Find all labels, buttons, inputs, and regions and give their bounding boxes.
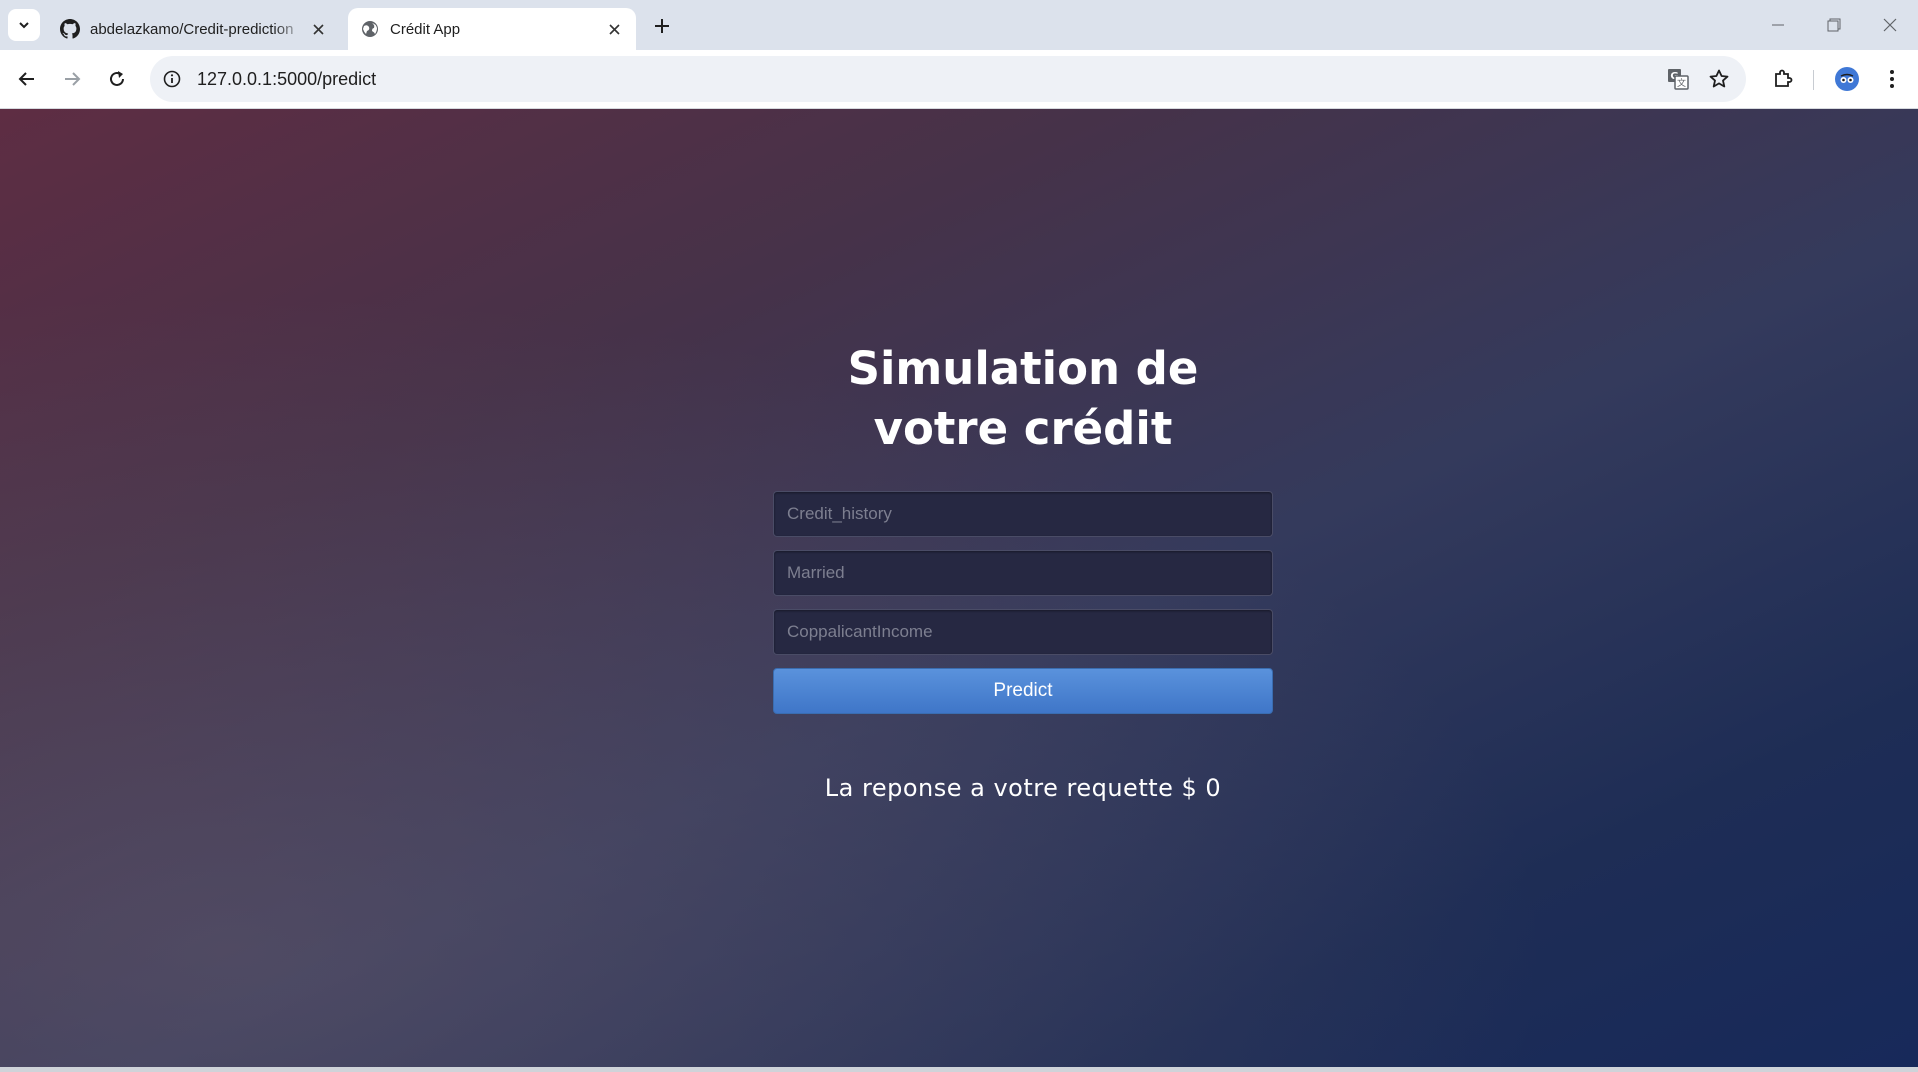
url-text: 127.0.0.1:5000/predict: [197, 69, 377, 89]
tab-title: Crédit App: [390, 20, 461, 38]
page-title: Simulation de votre crédit: [847, 342, 1199, 455]
translate-icon: G文: [1668, 69, 1689, 90]
svg-text:文: 文: [1677, 77, 1686, 89]
globe-icon: [362, 21, 378, 37]
chevron-down-icon: [19, 22, 29, 29]
new-tab-button[interactable]: [648, 12, 676, 40]
close-icon: [1883, 18, 1897, 32]
close-icon: [608, 23, 620, 35]
restore-icon: [1827, 18, 1841, 32]
avatar-icon: [1835, 67, 1859, 91]
close-icon: [312, 23, 324, 35]
credit-history-input[interactable]: [773, 491, 1273, 537]
predict-button[interactable]: Predict: [773, 668, 1273, 714]
married-input[interactable]: [773, 550, 1273, 596]
bookmark-button[interactable]: [1704, 64, 1734, 94]
arrow-right-icon: [65, 72, 81, 86]
back-button[interactable]: [10, 62, 44, 96]
tab-credit-app[interactable]: Crédit App: [348, 8, 636, 50]
arrow-left-icon: [18, 72, 34, 86]
reload-button[interactable]: [100, 62, 134, 96]
tab-close-button[interactable]: [602, 17, 626, 41]
window-bottom-edge: [0, 1067, 1918, 1072]
menu-button[interactable]: [1875, 62, 1909, 96]
prediction-form: Simulation de votre crédit Predict La re…: [773, 339, 1273, 802]
tab-close-button[interactable]: [306, 17, 330, 41]
tab-strip: abdelazkamo/Credit-prediction Crédit App: [0, 0, 1918, 50]
translate-button[interactable]: G文: [1663, 64, 1693, 94]
page-viewport: Simulation de votre crédit Predict La re…: [0, 109, 1918, 1067]
kebab-menu-icon: [1890, 70, 1894, 88]
address-bar[interactable]: 127.0.0.1:5000/predict G文: [150, 56, 1746, 102]
window-close-button[interactable]: [1862, 8, 1918, 42]
extensions-button[interactable]: [1766, 62, 1800, 96]
tab-title: abdelazkamo/Credit-prediction: [90, 20, 294, 38]
github-icon: [60, 19, 80, 39]
plus-icon: [655, 19, 669, 33]
minimize-icon: [1772, 24, 1784, 26]
puzzle-icon: [1775, 69, 1793, 87]
site-info-button[interactable]: [160, 67, 184, 91]
coapplicant-income-input[interactable]: [773, 609, 1273, 655]
tab-search-button[interactable]: [8, 9, 40, 41]
toolbar-divider: [1813, 70, 1814, 90]
profile-button[interactable]: [1830, 62, 1864, 96]
reload-icon: [110, 71, 124, 86]
restore-button[interactable]: [1806, 8, 1862, 42]
star-icon: [1709, 69, 1729, 88]
forward-button[interactable]: [55, 62, 89, 96]
prediction-result: La reponse a votre requette $ 0: [824, 774, 1222, 802]
minimize-button[interactable]: [1750, 8, 1806, 42]
browser-toolbar: 127.0.0.1:5000/predict G文: [0, 50, 1918, 109]
info-icon: [163, 70, 181, 88]
tab-github[interactable]: abdelazkamo/Credit-prediction: [48, 8, 340, 50]
